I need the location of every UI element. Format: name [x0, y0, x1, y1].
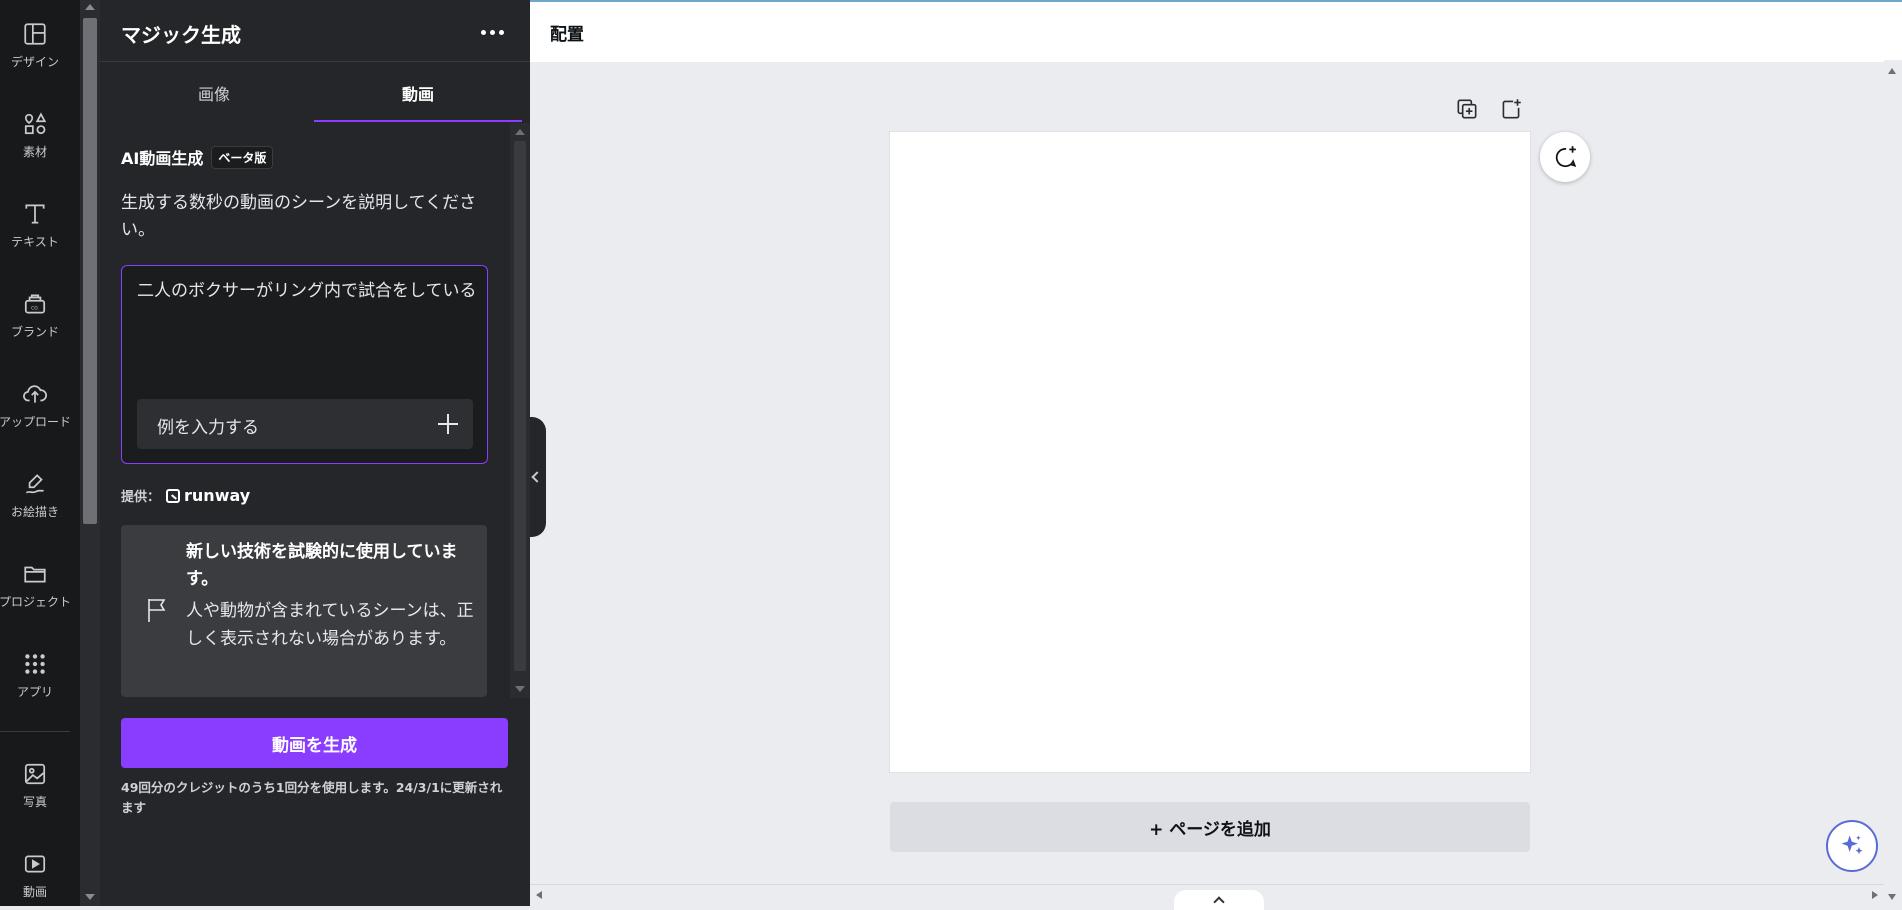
rail-item-upload[interactable]: アップロード	[0, 370, 72, 440]
scroll-left-arrow-icon[interactable]	[536, 891, 542, 899]
scroll-down-arrow-icon[interactable]	[1888, 894, 1896, 900]
notice-title: 新しい技術を試験的に使用しています。	[186, 542, 458, 589]
tab-image[interactable]: 画像	[110, 76, 318, 120]
rail-item-elements[interactable]: 素材	[0, 100, 70, 170]
rail-item-projects[interactable]: プロジェクト	[0, 550, 72, 620]
prompt-input[interactable]: 二人のボクサーがリング内で試合をしている 例を入力する	[121, 265, 488, 464]
scroll-right-arrow-icon[interactable]	[1872, 891, 1878, 899]
prompt-text[interactable]: 二人のボクサーがリング内で試合をしている	[137, 278, 477, 305]
add-page-button[interactable]: + ページを追加	[890, 802, 1530, 852]
more-options-icon[interactable]	[472, 18, 512, 46]
page-tools	[1454, 96, 1524, 122]
rail-item-apps[interactable]: アプリ	[0, 640, 70, 710]
folder-icon	[24, 566, 46, 582]
generate-video-button[interactable]: 動画を生成	[121, 718, 508, 768]
rail-label: 素材	[22, 144, 47, 159]
rail-label: テキスト	[11, 234, 59, 249]
layout-icon	[24, 22, 46, 45]
notice-body: 人や動物が含まれているシーンは、正しく表示されない場合があります。	[186, 601, 474, 649]
scroll-up-arrow-icon[interactable]	[515, 129, 525, 135]
rail-item-photos[interactable]: 写真	[0, 750, 70, 820]
tab-video[interactable]: 動画	[314, 76, 522, 122]
comment-add-icon	[1555, 146, 1577, 168]
rail-item-brand[interactable]: CO. ブランド	[0, 280, 70, 350]
panel-header: マジック生成	[100, 0, 530, 62]
flag-icon	[148, 599, 166, 622]
beta-badge: ベータ版	[211, 145, 274, 169]
section-title-text: AI動画生成	[121, 149, 204, 168]
design-page-canvas[interactable]	[890, 132, 1530, 772]
scroll-up-arrow-icon[interactable]	[85, 4, 95, 10]
rail-label: 動画	[22, 884, 47, 899]
runway-logo: runway	[166, 486, 250, 505]
runway-mark-icon	[166, 488, 181, 503]
duplicate-page-icon[interactable]	[1454, 96, 1480, 122]
credit-note: 49回分のクレジットのうち1回分を使用します。24/3/1に更新されます	[121, 780, 503, 815]
plus-icon	[437, 413, 459, 435]
upload-icon	[23, 384, 47, 403]
panel-title: マジック生成	[121, 23, 241, 47]
arrange-button[interactable]: 配置	[550, 20, 584, 45]
sparkle-icon	[1841, 835, 1863, 855]
text-icon	[25, 203, 45, 224]
rail-label: ブランド	[10, 324, 59, 339]
rail-item-videos[interactable]: 動画	[0, 840, 70, 910]
rail-item-text[interactable]: テキスト	[0, 190, 70, 260]
example-button-label: 例を入力する	[157, 418, 259, 438]
scroll-down-arrow-icon[interactable]	[515, 686, 525, 692]
scroll-down-arrow-icon[interactable]	[85, 894, 95, 900]
add-comment-button[interactable]	[1540, 132, 1590, 182]
rail-scrollbar[interactable]	[80, 0, 100, 906]
rail-label: 写真	[22, 794, 47, 809]
add-page-icon[interactable]	[1498, 96, 1524, 122]
rail-item-draw[interactable]: お絵描き	[0, 460, 70, 530]
scroll-up-arrow-icon[interactable]	[1888, 68, 1896, 74]
scroll-thumb[interactable]	[514, 141, 526, 671]
magic-generate-panel: マジック生成 画像 動画 AI動画生成 ベータ版 生成する数秒の動画のシーンを説…	[100, 0, 530, 906]
rail-item-design[interactable]: デザイン	[0, 10, 70, 80]
section-title: AI動画生成 ベータ版	[121, 145, 274, 169]
panel-scrollbar[interactable]	[510, 123, 530, 698]
left-rail: デザイン 素材 テキスト CO. ブランド アップロード お絵描き プロジェクト…	[0, 0, 80, 906]
rail-label: お絵描き	[10, 504, 59, 519]
provider-label: 提供：	[121, 490, 161, 505]
photo-icon	[24, 763, 46, 784]
rail-label: プロジェクト	[0, 594, 72, 609]
magic-assistant-button[interactable]	[1826, 820, 1878, 872]
canvas-vertical-scrollbar[interactable]	[1884, 60, 1902, 906]
shapes-icon	[24, 111, 47, 134]
provider-credit: 提供： runway	[121, 486, 250, 505]
experimental-notice: 新しい技術を試験的に使用しています。 人や動物が含まれているシーンは、正しく表示…	[121, 525, 487, 697]
rail-divider	[0, 731, 70, 732]
expand-footer-chevron-icon[interactable]	[1174, 890, 1264, 910]
description: 生成する数秒の動画のシーンを説明してください。	[121, 193, 477, 240]
tab-bar: 画像 動画	[100, 76, 530, 122]
video-icon	[24, 855, 46, 872]
enter-example-button[interactable]: 例を入力する	[137, 399, 473, 449]
draw-icon	[25, 473, 45, 493]
rail-label: アプリ	[16, 684, 53, 699]
top-toolbar: 配置	[530, 0, 1902, 62]
rail-label: アップロード	[0, 414, 72, 429]
collapse-panel-chevron-icon[interactable]	[530, 417, 546, 537]
rail-label: デザイン	[10, 54, 59, 69]
svg-text:CO.: CO.	[31, 305, 39, 311]
runway-name: runway	[184, 486, 251, 505]
scroll-thumb[interactable]	[83, 18, 97, 524]
apps-icon	[25, 653, 45, 674]
brand-icon: CO.	[24, 293, 46, 314]
